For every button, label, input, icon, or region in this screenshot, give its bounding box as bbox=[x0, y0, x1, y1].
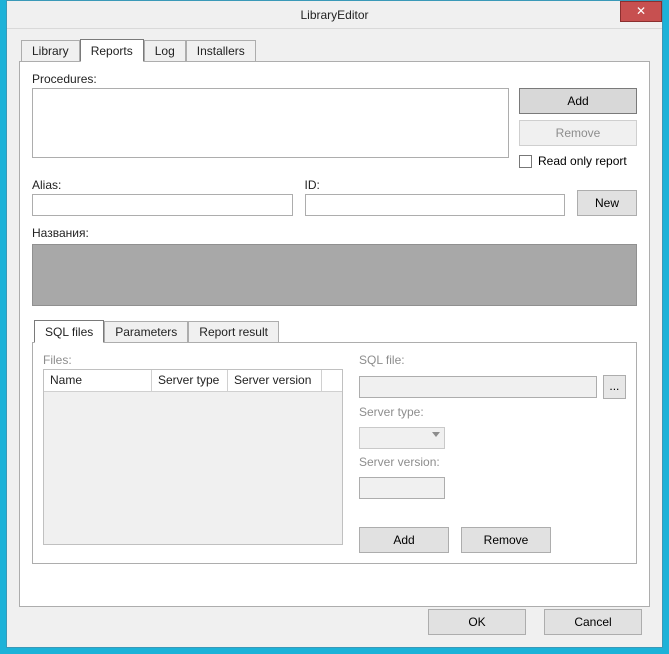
readonly-report-row[interactable]: Read only report bbox=[519, 154, 637, 168]
grid-header-row: Name Server type Server version bbox=[44, 370, 342, 392]
alias-label: Alias: bbox=[32, 178, 293, 192]
chevron-down-icon bbox=[432, 432, 440, 437]
add-sqlfile-button[interactable]: Add bbox=[359, 527, 449, 553]
tab-library[interactable]: Library bbox=[21, 40, 80, 61]
sqlfile-label: SQL file: bbox=[359, 353, 626, 367]
id-label: ID: bbox=[305, 178, 566, 192]
procedures-label: Procedures: bbox=[32, 72, 637, 86]
outer-tabstrip: Library Reports Log Installers bbox=[19, 39, 650, 61]
dialog-footer: OK Cancel bbox=[428, 609, 642, 635]
tab-reports[interactable]: Reports bbox=[80, 39, 144, 62]
reports-panel: Procedures: Add Remove Read only report … bbox=[19, 61, 650, 607]
alias-input[interactable] bbox=[32, 194, 293, 216]
tab-report-result[interactable]: Report result bbox=[188, 321, 279, 342]
dialog-window: LibraryEditor ✕ Library Reports Log Inst… bbox=[6, 0, 663, 648]
sqlfile-input bbox=[359, 376, 597, 398]
server-type-label: Server type: bbox=[359, 405, 626, 419]
server-type-combo[interactable] bbox=[359, 427, 445, 449]
id-input[interactable] bbox=[305, 194, 566, 216]
server-version-label: Server version: bbox=[359, 455, 626, 469]
tab-parameters[interactable]: Parameters bbox=[104, 321, 188, 342]
remove-procedure-button: Remove bbox=[519, 120, 637, 146]
sql-files-panel: Files: Name Server type Server version S… bbox=[32, 342, 637, 564]
col-server-version[interactable]: Server version bbox=[228, 370, 322, 391]
readonly-checkbox[interactable] bbox=[519, 155, 532, 168]
client-area: Library Reports Log Installers Procedure… bbox=[7, 29, 662, 647]
add-procedure-button[interactable]: Add bbox=[519, 88, 637, 114]
tab-log[interactable]: Log bbox=[144, 40, 186, 61]
new-button[interactable]: New bbox=[577, 190, 637, 216]
browse-sqlfile-button[interactable]: ... bbox=[603, 375, 626, 399]
names-label: Названия: bbox=[32, 226, 637, 240]
server-version-input bbox=[359, 477, 445, 499]
window-title: LibraryEditor bbox=[300, 8, 368, 22]
close-icon: ✕ bbox=[636, 4, 646, 18]
readonly-label: Read only report bbox=[538, 154, 627, 168]
title-bar: LibraryEditor ✕ bbox=[7, 1, 662, 29]
col-name[interactable]: Name bbox=[44, 370, 152, 391]
close-button[interactable]: ✕ bbox=[620, 1, 662, 22]
files-label: Files: bbox=[43, 353, 343, 367]
names-box[interactable] bbox=[32, 244, 637, 306]
tab-installers[interactable]: Installers bbox=[186, 40, 256, 61]
inner-tabstrip: SQL files Parameters Report result bbox=[32, 320, 637, 342]
ok-button[interactable]: OK bbox=[428, 609, 526, 635]
col-server-type[interactable]: Server type bbox=[152, 370, 228, 391]
remove-sqlfile-button[interactable]: Remove bbox=[461, 527, 551, 553]
files-grid[interactable]: Name Server type Server version bbox=[43, 369, 343, 545]
col-spacer bbox=[322, 370, 342, 391]
tab-sql-files[interactable]: SQL files bbox=[34, 320, 104, 343]
procedures-list[interactable] bbox=[32, 88, 509, 158]
cancel-button[interactable]: Cancel bbox=[544, 609, 642, 635]
